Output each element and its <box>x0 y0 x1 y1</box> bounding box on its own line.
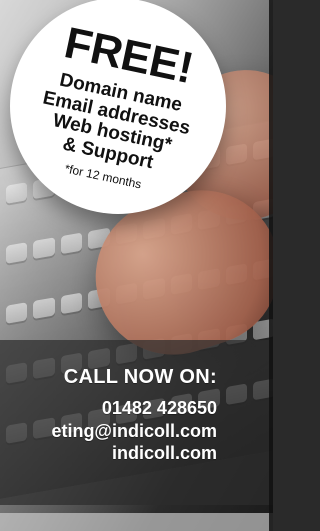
keyboard-key <box>5 242 27 264</box>
free-offer-badge-content: FREE! Domain name Email addresses Web ho… <box>9 9 228 203</box>
phone-number[interactable]: 01482 428650 <box>51 397 217 420</box>
right-edge <box>269 0 273 531</box>
promo-banner: FREE! Domain name Email addresses Web ho… <box>0 0 273 531</box>
contact-block: CALL NOW ON: 01482 428650 eting@indicoll… <box>51 366 217 465</box>
keyboard-key <box>33 237 55 260</box>
keyboard-key <box>5 182 27 204</box>
keyboard-key <box>5 302 27 324</box>
keyboard-key <box>60 292 82 315</box>
keyboard-key <box>33 297 55 320</box>
free-offer-badge: FREE! Domain name Email addresses Web ho… <box>10 0 226 214</box>
call-now-label: CALL NOW ON: <box>63 366 217 388</box>
bottom-strip <box>0 513 273 531</box>
website-link[interactable]: indicoll.com <box>51 442 217 465</box>
keyboard-key <box>60 232 82 255</box>
email-address[interactable]: eting@indicoll.com <box>51 420 217 443</box>
